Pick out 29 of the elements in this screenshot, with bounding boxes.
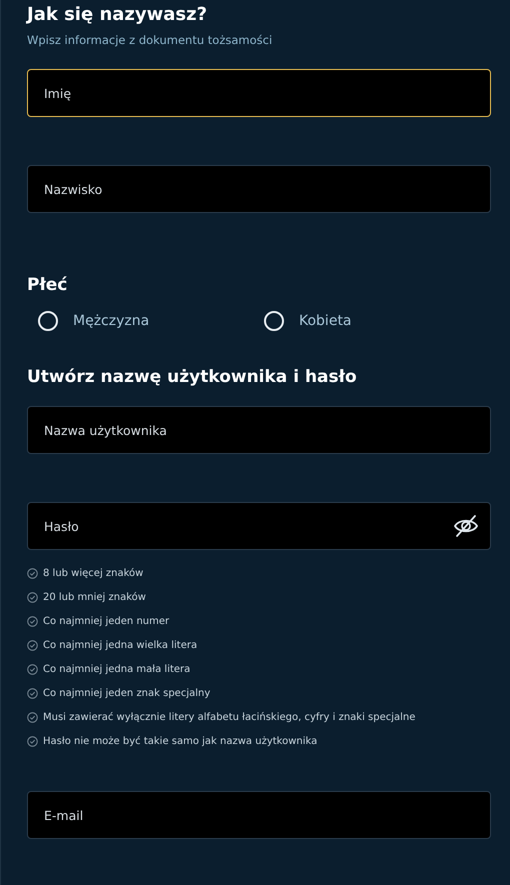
section-title: Płeć	[27, 275, 68, 295]
check-circle-icon	[27, 688, 38, 699]
radio-button[interactable]	[264, 311, 284, 331]
eye-slash-icon[interactable]	[453, 513, 479, 539]
password-rule: Co najmniej jeden znak specjalny	[43, 687, 210, 701]
check-circle-icon	[27, 592, 38, 603]
subtitle: Wpisz informacje z dokumentu tożsamości	[27, 33, 274, 47]
password-rule: Musi zawierać wyłącznie litery alfabetu łacińskiego, cyfry i znaki specjalne	[43, 711, 416, 725]
password-rule: Hasło nie może być takie samo jak nazwa użytkownika	[43, 735, 318, 749]
radio-button[interactable]	[38, 311, 58, 331]
input-field[interactable]: Nazwisko	[27, 165, 491, 213]
radio-option[interactable]: Mężczyzna	[38, 311, 264, 331]
check-circle-icon	[27, 640, 38, 651]
section-title: Utwórz nazwę użytkownika i hasło	[27, 367, 358, 387]
check-circle-icon	[27, 616, 38, 627]
radio-option[interactable]: Kobieta	[264, 311, 490, 331]
heading: Jak się nazywasz?	[27, 3, 208, 27]
password-rule: Co najmniej jeden numer	[43, 615, 170, 629]
check-circle-icon	[27, 736, 38, 747]
password-rule: Co najmniej jedna mała litera	[43, 663, 190, 677]
check-circle-icon	[27, 568, 38, 579]
password-rule: 20 lub mniej znaków	[43, 591, 146, 605]
password-rule: 8 lub więcej znaków	[43, 567, 144, 581]
password-rule: Co najmniej jedna wielka litera	[43, 639, 198, 653]
password-field[interactable]: Hasło	[27, 502, 491, 550]
check-circle-icon	[27, 712, 38, 723]
input-field[interactable]: Nazwa użytkownika	[27, 406, 491, 454]
input-field[interactable]: E-mail	[27, 791, 491, 839]
check-circle-icon	[27, 664, 38, 675]
